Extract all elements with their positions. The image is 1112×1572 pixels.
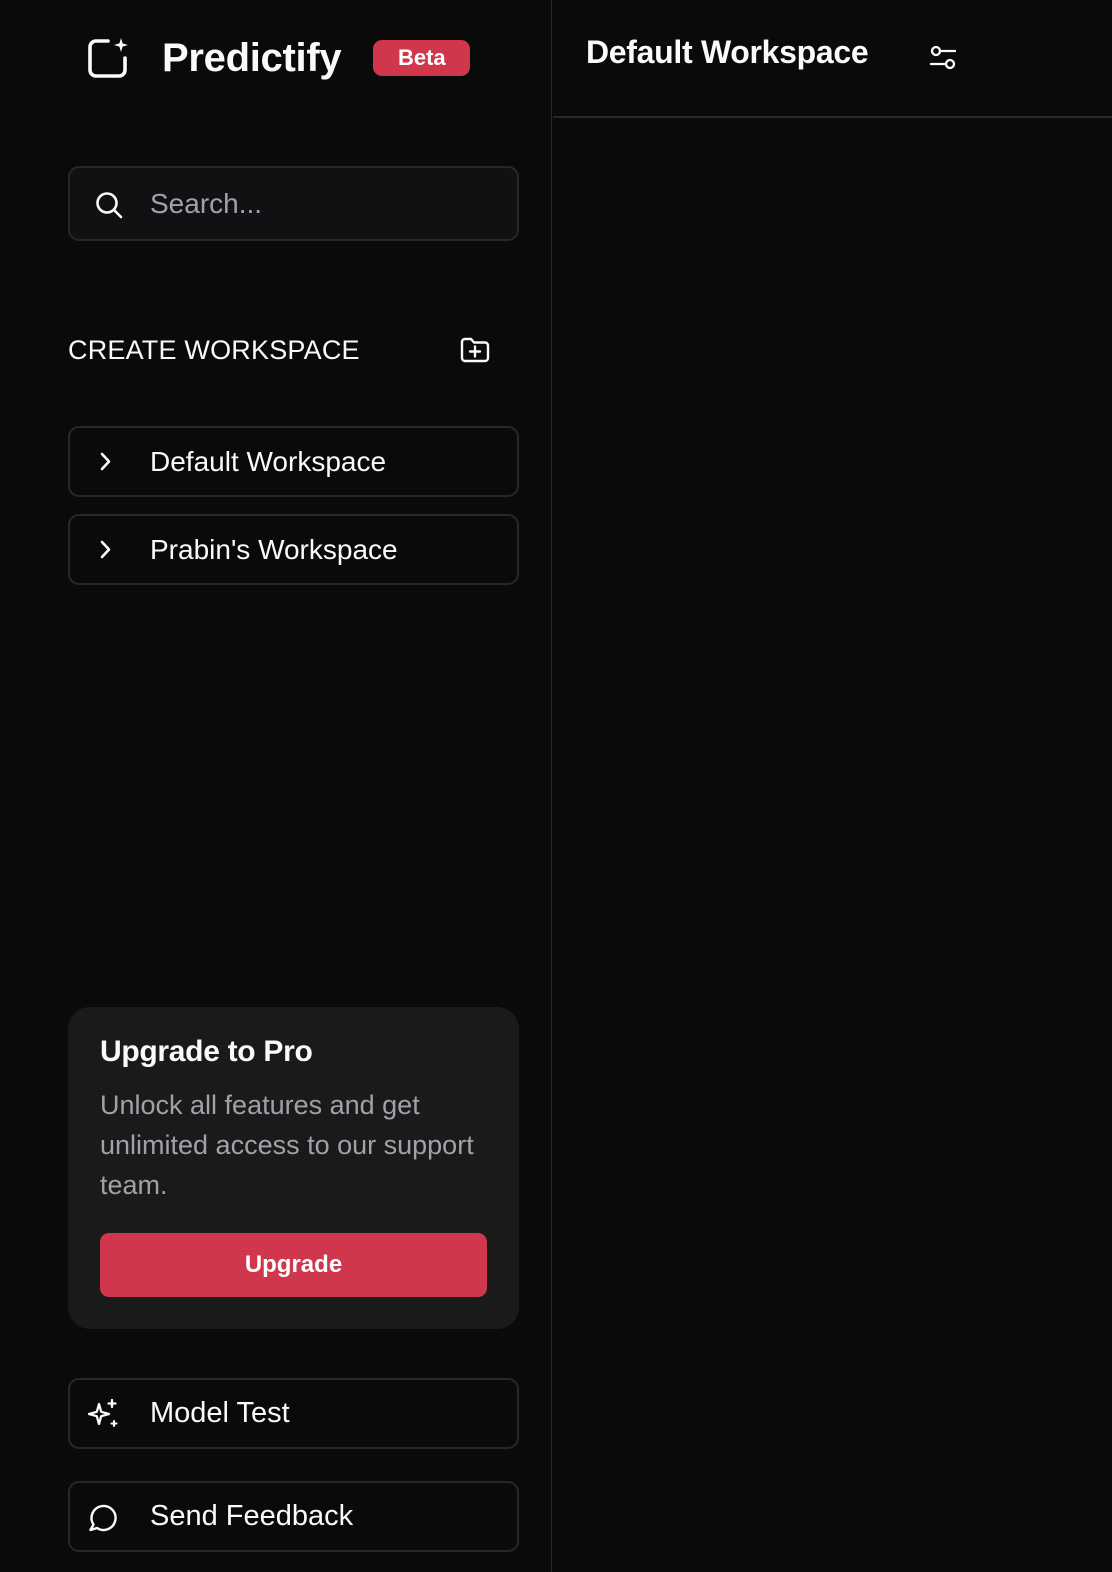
upgrade-card-title: Upgrade to Pro [100, 1035, 313, 1068]
workspace-settings-button[interactable] [925, 40, 961, 76]
search-input[interactable] [150, 168, 500, 239]
workspace-item-label: Default Workspace [150, 445, 387, 477]
main-header: Default Workspace [553, 0, 1112, 118]
workspace-item-prabin[interactable]: Prabin's Workspace [68, 514, 519, 585]
app-root: Predictify Beta CREATE WORKSPACE [0, 0, 1112, 1572]
search-icon [94, 190, 124, 220]
main-panel: Default Workspace [553, 0, 1112, 1572]
chevron-right-icon [92, 448, 120, 476]
send-feedback-label: Send Feedback [150, 1500, 354, 1532]
beta-badge: Beta [373, 40, 471, 76]
upgrade-card: Upgrade to Pro Unlock all features and g… [68, 1007, 519, 1329]
folder-plus-icon [460, 337, 490, 363]
sliders-icon [929, 45, 957, 70]
upgrade-card-text: Unlock all features and get unlimited ac… [100, 1090, 474, 1200]
workspace-item-default[interactable]: Default Workspace [68, 426, 519, 497]
page-title: Default Workspace [586, 34, 869, 70]
create-workspace-button[interactable] [458, 333, 492, 367]
brand[interactable]: Predictify Beta [86, 32, 471, 84]
message-circle-icon [86, 1500, 120, 1534]
send-feedback-button[interactable]: Send Feedback [68, 1481, 519, 1552]
section-title: CREATE WORKSPACE [68, 334, 360, 365]
model-test-label: Model Test [150, 1397, 290, 1429]
workspace-section-header: CREATE WORKSPACE [68, 330, 492, 370]
sparkles-icon [86, 1397, 120, 1431]
model-test-button[interactable]: Model Test [68, 1378, 519, 1449]
brand-name: Predictify [162, 35, 342, 80]
chevron-right-icon [92, 536, 120, 564]
upgrade-button[interactable]: Upgrade [100, 1233, 487, 1297]
workspace-item-label: Prabin's Workspace [150, 533, 398, 565]
sparkle-square-icon [86, 36, 130, 80]
search-box [68, 166, 519, 241]
sidebar: Predictify Beta CREATE WORKSPACE [0, 0, 552, 1572]
